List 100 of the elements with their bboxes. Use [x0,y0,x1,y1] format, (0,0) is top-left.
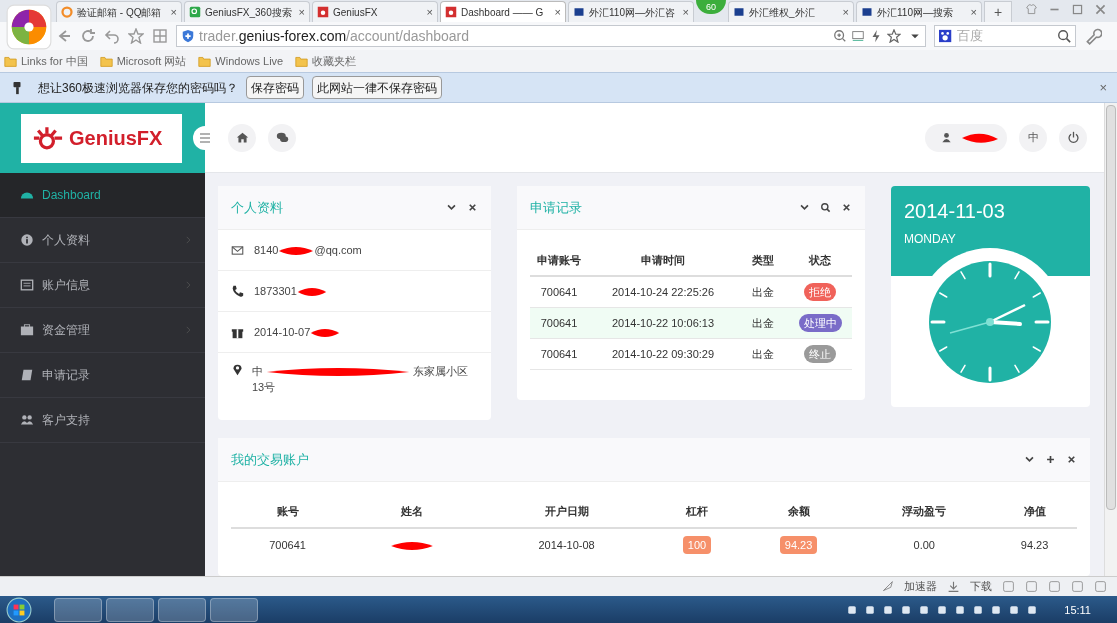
password-button[interactable]: 保存密码 [246,76,305,99]
plus-icon[interactable] [1045,454,1056,465]
column-header: 状态 [809,254,831,267]
tab-favicon-icon [445,6,457,18]
home-icon[interactable] [228,123,256,152]
sun-logo-icon [31,125,65,151]
close-icon[interactable]: × [1099,77,1107,98]
chevron-down-icon[interactable] [1024,454,1035,465]
folder-icon [295,54,309,68]
card-title: 我的交易账户 [231,450,309,469]
restore-icon[interactable] [1071,3,1084,16]
tray-icon[interactable] [1008,603,1021,616]
search-icon[interactable] [820,202,831,213]
close-icon[interactable] [467,202,478,213]
close-icon[interactable]: × [426,3,433,21]
column-header: 申请账号 [537,254,581,267]
wrench-icon[interactable] [1084,27,1102,45]
chevron-down-icon[interactable] [799,202,810,213]
tab-favicon-icon [317,6,329,18]
power-icon[interactable] [1059,123,1087,152]
table-cell: 700641 [269,538,306,551]
password-prompt: 想让360极速浏览器保存您的密码吗？ [38,79,239,97]
search-field[interactable]: 百度 [934,25,1076,47]
tray-icon[interactable] [954,603,967,616]
table-row[interactable]: 700641 2014-10-22 10:06:13 出金 处理中 [530,308,852,339]
start-button-icon[interactable] [6,596,32,623]
table-cell: 700641 [540,316,578,329]
value-badge: 100 [682,536,712,554]
card-title: 申请记录 [530,198,582,217]
redaction-mark-icon [310,327,341,340]
column-header: 开户日期 [479,496,654,528]
search-input[interactable]: 百度 [957,26,1053,46]
tray-icon[interactable] [846,603,859,616]
table-cell: 0.00 [913,538,935,551]
table-cell: 700641 [540,347,578,360]
close-icon[interactable] [841,202,852,213]
bookmark-link[interactable]: Links for 中国 [4,52,88,70]
browser-tab[interactable]: Dashboard —— G × [440,1,566,22]
table-cell: 出金 [752,285,774,298]
language-button[interactable]: 中 [1019,123,1047,152]
download-icon[interactable] [947,580,960,593]
mail-icon [231,243,244,257]
redaction-mark-icon [296,286,327,299]
back-icon[interactable] [56,28,72,44]
chat-icon[interactable] [268,123,296,152]
download-link[interactable]: 下载 [970,578,992,595]
clock-time: 15:11 [1064,602,1091,618]
table-cell: 2014-10-22 10:06:13 [611,316,715,329]
chevron-down-icon[interactable] [446,202,457,213]
close-icon[interactable]: × [554,3,561,21]
tray-icon[interactable] [918,603,931,616]
grid-icon[interactable] [152,28,168,44]
bookmark-link[interactable]: Windows Live [198,52,284,70]
column-header: 类型 [752,254,774,267]
tab-favicon-icon [189,6,201,18]
taskbar-button[interactable] [54,597,102,622]
accelerator-link[interactable]: 加速器 [904,578,937,595]
close-icon[interactable]: × [170,3,177,21]
column-header: 申请时间 [641,254,685,267]
browser-tab[interactable]: 外汇110网—搜索 × [856,1,982,22]
close-icon[interactable] [1066,454,1077,465]
close-icon[interactable]: × [970,3,977,21]
book-icon [20,368,34,382]
tab-favicon-icon [861,6,873,18]
bookmark-link[interactable]: Microsoft 网站 [99,52,187,70]
table-cell: 94.23 [1020,538,1049,551]
close-icon[interactable]: × [298,3,305,21]
scrollbar-thumb[interactable] [1106,105,1116,510]
star-icon[interactable] [128,28,144,44]
tray-icon[interactable] [936,603,949,616]
phone-icon [231,284,244,298]
browser-tab[interactable]: 外汇维权_外汇 × [728,1,854,22]
close-icon[interactable]: × [682,3,689,21]
profile-value: 中 东家属小区13号 [252,364,469,395]
close-icon[interactable]: × [842,3,849,21]
password-button[interactable]: 此网站一律不保存密码 [312,76,443,99]
card-title: 个人资料 [231,198,283,217]
undo-icon[interactable] [104,28,120,44]
tray-icon[interactable] [882,603,895,616]
tray-icon[interactable] [900,603,913,616]
paw-icon [939,29,953,43]
taskbar-button[interactable] [210,597,258,622]
address-bar[interactable]: trader.genius-forex.com/account/dashboard [176,25,926,47]
new-tab-button[interactable]: + [984,1,1012,22]
bookmark-link[interactable]: 收藏夹栏 [295,52,357,70]
refresh-icon[interactable] [80,28,96,44]
profile-value: 2014-10-07 [254,324,341,340]
browser-tab[interactable]: GeniusFX × [312,1,438,22]
taskbar-button[interactable] [158,597,206,622]
status-badge: 终止 [804,345,836,363]
star-icon[interactable] [887,29,901,43]
url-text: trader.genius-forex.com/account/dashboard [199,26,471,46]
tab-favicon-icon [61,6,73,18]
browser-tab[interactable]: 外汇110网—外汇咨 × [568,1,694,22]
sidebar-item[interactable]: Dashboard [0,173,205,218]
folder-icon [4,54,17,68]
browser-tab[interactable]: GeniusFX_360搜索 × [184,1,310,22]
user-menu[interactable] [925,123,1007,152]
browser-tab[interactable]: 验证邮箱 - QQ邮箱 × [56,1,182,22]
taskbar-button[interactable] [106,597,154,622]
